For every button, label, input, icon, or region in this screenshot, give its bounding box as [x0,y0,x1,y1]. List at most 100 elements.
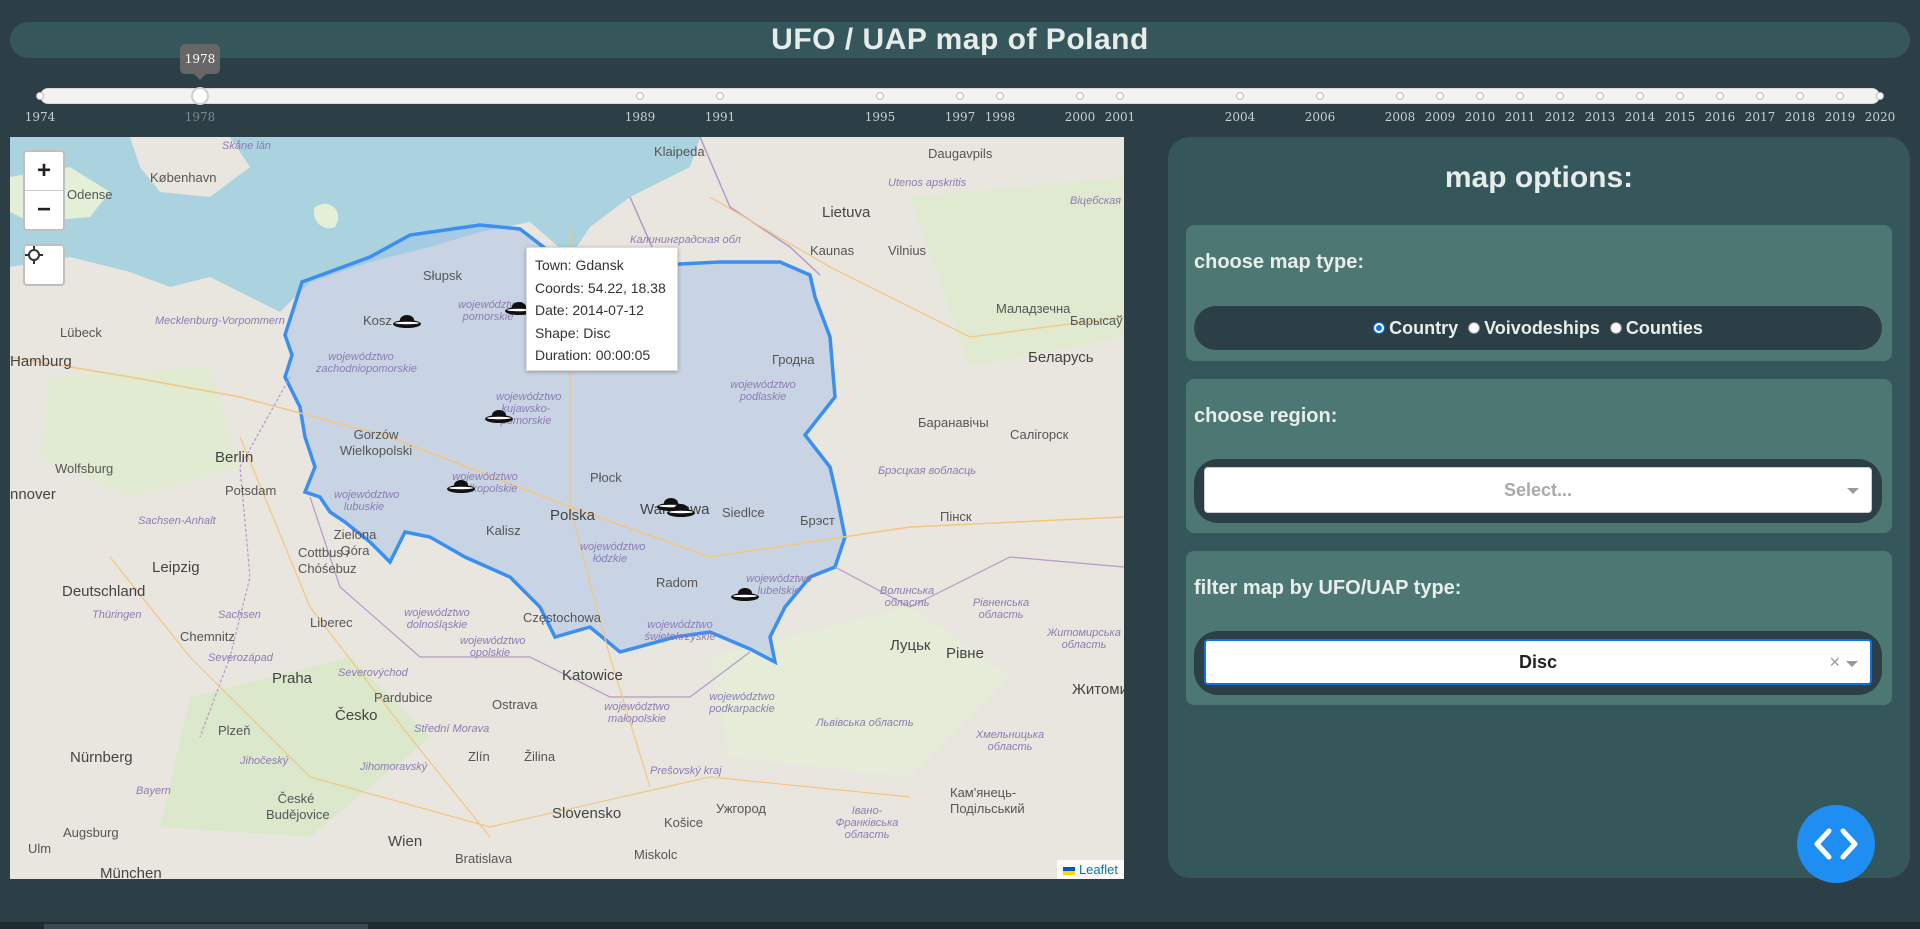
slider-label-2013[interactable]: 2013 [1585,110,1616,124]
slider-tick-2011[interactable] [1516,92,1524,100]
map-label-ulm: Ulm [28,841,52,856]
slider-label-2006[interactable]: 2006 [1305,110,1336,124]
ufo-type-select[interactable]: Disc × [1204,639,1872,685]
slider-tick-2012[interactable] [1556,92,1564,100]
zoom-out-button[interactable]: − [25,190,63,229]
ufo-marker-icon[interactable] [446,477,476,495]
radio-counties-button[interactable] [1609,322,1622,334]
slider-label-2016[interactable]: 2016 [1705,110,1736,124]
slider-label-2019[interactable]: 2019 [1825,110,1856,124]
slider-label-1989[interactable]: 1989 [625,110,656,124]
voiv-label-swietokrzyskie: województwo świętokrzyskie [644,619,716,643]
radio-country[interactable]: Country [1373,318,1458,339]
crosshair-icon [25,246,43,264]
map-label-bayern: Bayern [136,785,171,797]
slider-label-1997[interactable]: 1997 [945,110,976,124]
ufo-marker-icon[interactable] [484,407,514,425]
slider-label-2012[interactable]: 2012 [1545,110,1576,124]
ukraine-flag-icon [1062,866,1075,875]
slider-label-1978[interactable]: 1978 [185,110,216,124]
scrollbar-thumb[interactable] [44,924,368,929]
slider-tick-1998[interactable] [996,92,1004,100]
map-label-praha: Praha [272,670,313,687]
ufo-type-select-value: Disc [1518,651,1558,672]
map-label-siedlce: Siedlce [722,505,765,520]
slider-tick-1974[interactable] [36,92,44,100]
ufo-marker-icon[interactable] [666,501,696,519]
map-attribution: Leaflet [1056,860,1124,879]
slider-tick-2000[interactable] [1076,92,1084,100]
map-label-odense: Odense [67,187,113,202]
map[interactable]: København Odense Skåne län Klaipeda Daug… [10,137,1124,879]
slider-tick-1989[interactable] [636,92,644,100]
slider-tick-2014[interactable] [1636,92,1644,100]
map-label-zhytomyr: Житомирська область [1047,627,1121,651]
horizontal-scrollbar[interactable] [0,922,1920,929]
ufo-marker-icon[interactable] [392,312,422,330]
map-label-zielona: Zielona Góra [333,527,377,558]
slider-label-2020[interactable]: 2020 [1865,110,1896,124]
slider-tick-2009[interactable] [1436,92,1444,100]
zoom-in-button[interactable]: + [25,152,63,190]
slider-label-2008[interactable]: 2008 [1385,110,1416,124]
map-label-hannover: nnover [10,486,56,503]
slider-tick-2019[interactable] [1836,92,1844,100]
leaflet-link[interactable]: Leaflet [1079,862,1118,877]
map-label-klaipeda: Klaipeda [654,144,705,159]
map-label-vitebsk: Віцебская вобласць [1070,195,1124,207]
radio-counties[interactable]: Counties [1609,318,1703,339]
slider-label-2001[interactable]: 2001 [1105,110,1136,124]
map-label-severozapad: Severozápad [208,652,273,664]
map-label-slovensko: Slovensko [552,805,622,822]
year-slider[interactable]: 1974 1978 1978 1989 1991 1995 1997 1998 2000 2001… [25,44,1895,124]
map-label-koszalin: Kosz [363,313,392,328]
slider-label-2000[interactable]: 2000 [1065,110,1096,124]
slider-label-2009[interactable]: 2009 [1425,110,1456,124]
slider-label-1974[interactable]: 1974 [25,110,56,124]
clear-icon[interactable]: × [1829,652,1840,673]
locate-button[interactable] [23,244,65,286]
slider-tick-2008[interactable] [1396,92,1404,100]
slider-tick-2013[interactable] [1596,92,1604,100]
slider-label-1998[interactable]: 1998 [985,110,1016,124]
slider-label-2011[interactable]: 2011 [1505,110,1536,124]
voiv-label-lubuskie: województwo lubuskie [334,489,400,513]
slider-label-1995[interactable]: 1995 [865,110,896,124]
slider-label-1991[interactable]: 1991 [705,110,736,124]
map-label-daugavpils: Daugavpils [928,146,993,161]
slider-label-2018[interactable]: 2018 [1785,110,1816,124]
region-select[interactable]: Select... [1204,467,1872,513]
code-toggle-button[interactable] [1797,805,1875,883]
region-label: choose region: [1194,405,1338,427]
map-label-plzen: Plzeň [218,723,251,738]
ufo-marker-icon[interactable] [730,585,760,603]
radio-country-button[interactable] [1373,322,1386,334]
slider-tick-2020[interactable] [1876,92,1884,100]
map-label-volyn: Волинська область [879,585,935,609]
slider-tick-2010[interactable] [1476,92,1484,100]
chevron-down-icon[interactable] [1846,661,1858,667]
slider-tick-2016[interactable] [1716,92,1724,100]
slider-label-2014[interactable]: 2014 [1625,110,1656,124]
slider-tick-2018[interactable] [1796,92,1804,100]
map-label-ceske: České Budějovice [266,791,330,822]
slider-label-2015[interactable]: 2015 [1665,110,1696,124]
popup-town: Town: Gdansk [535,257,624,273]
slider-handle[interactable] [191,87,209,105]
radio-voivodeships-button[interactable] [1468,322,1481,334]
map-label-jihomoravsky: Jihomoravský [360,761,428,773]
slider-tick-1991[interactable] [716,92,724,100]
slider-tick-1995[interactable] [876,92,884,100]
slider-label-2004[interactable]: 2004 [1225,110,1256,124]
map-label-sachsen: Sachsen [218,609,261,621]
slider-tick-2004[interactable] [1236,92,1244,100]
slider-tick-2017[interactable] [1756,92,1764,100]
radio-voivodeships[interactable]: Voivodeships [1468,318,1600,339]
slider-label-2010[interactable]: 2010 [1465,110,1496,124]
slider-tick-2001[interactable] [1116,92,1124,100]
slider-tick-2006[interactable] [1316,92,1324,100]
slider-label-2017[interactable]: 2017 [1745,110,1776,124]
chevron-down-icon[interactable] [1847,488,1859,494]
slider-tick-1997[interactable] [956,92,964,100]
slider-tick-2015[interactable] [1676,92,1684,100]
